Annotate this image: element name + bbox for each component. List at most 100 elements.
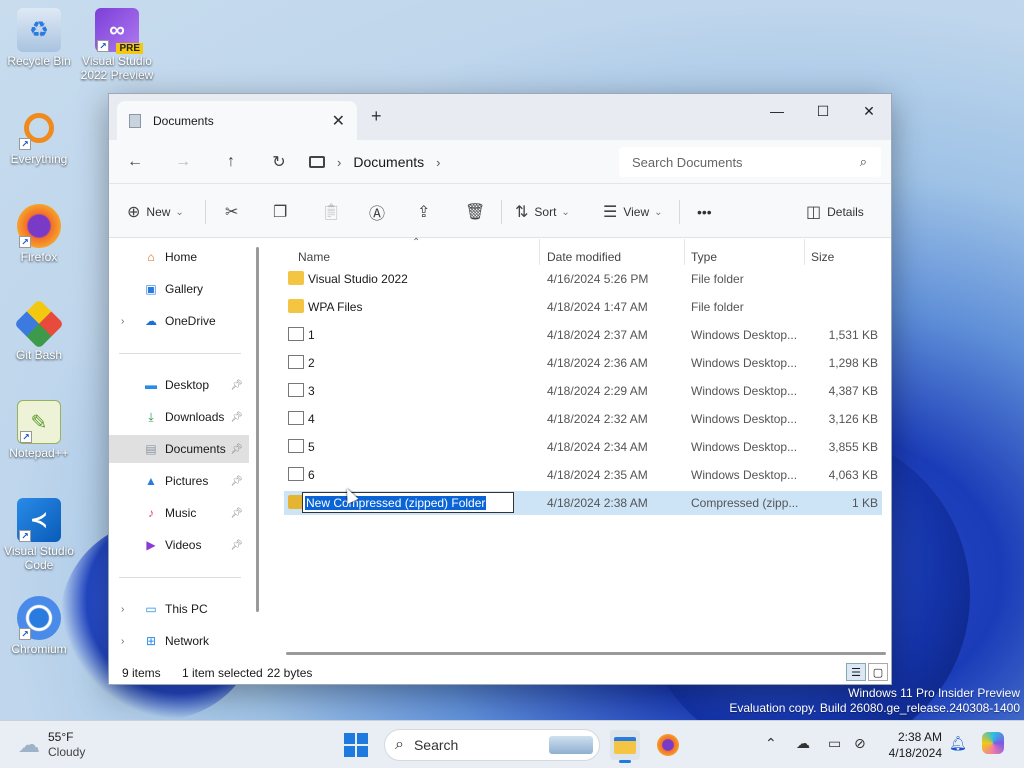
table-row[interactable]: 4 4/18/2024 2:32 AM Windows Desktop... 3… [284,407,882,431]
sidebar-item-this-pc[interactable]: › ▭ This PC [109,595,249,623]
sidebar-item-network[interactable]: › ⊞ Network [109,627,249,655]
table-row[interactable]: 2 4/18/2024 2:36 AM Windows Desktop... 1… [284,351,882,375]
firefox-taskbar-button[interactable] [653,730,683,760]
refresh-icon[interactable]: ↻ [266,149,292,175]
more-options-button[interactable]: ••• [697,199,712,225]
file-type: Compressed (zipp... [691,496,799,510]
desktop-icon-recycle-bin[interactable]: ♻ Recycle Bin [1,8,77,68]
column-divider[interactable] [804,239,805,265]
weather-widget[interactable]: ☁ 55°F Cloudy [18,730,85,760]
file-explorer-taskbar-button[interactable] [610,730,640,763]
start-button[interactable] [344,733,368,757]
chevron-right-icon[interactable]: › [436,155,440,170]
table-row[interactable]: 3 4/18/2024 2:29 AM Windows Desktop... 4… [284,379,882,403]
sidebar-item-desktop[interactable]: ▬ Desktop 📌︎ [109,371,249,399]
table-row[interactable]: 5 4/18/2024 2:34 AM Windows Desktop... 3… [284,435,882,459]
sidebar-item-music[interactable]: ♪ Music 📌︎ [109,499,249,527]
desktop-icon-vscode[interactable]: ≺ ↗ Visual Studio Code [1,498,77,572]
column-header-size[interactable]: Size [811,245,834,269]
taskbar-search[interactable]: ⌕ Search [384,729,600,761]
clock[interactable]: 2:38 AM 4/18/2024 [878,729,942,761]
share-button[interactable]: ⇪ [417,199,436,225]
pictures-icon: ▲ [145,474,157,488]
cloud-offline-icon[interactable]: ☁ [796,735,810,752]
network-status-icon[interactable]: ⊘ [854,735,866,752]
sidebar-item-downloads[interactable]: ⤓ Downloads 📌︎ [109,403,249,431]
recycle-bin-icon: ♻ [17,8,61,52]
table-row[interactable]: Visual Studio 2022 4/16/2024 5:26 PM Fil… [284,267,882,291]
minimize-button[interactable]: — [754,98,800,124]
maximize-button[interactable]: ☐ [800,98,846,124]
search-input[interactable]: Search Documents ⌕ [619,147,881,177]
back-arrow-icon[interactable]: ← [122,149,148,175]
paste-button[interactable]: 📋︎ [321,199,347,225]
breadcrumb[interactable]: › Documents › [309,148,609,176]
desktop-icon-notepad-plus-plus[interactable]: ✎ ↗ Notepad++ [1,400,77,460]
view-label: View [623,205,650,219]
table-row[interactable]: 6 4/18/2024 2:35 AM Windows Desktop... 4… [284,463,882,487]
forward-arrow-icon[interactable]: → [170,149,196,175]
chevron-right-icon[interactable]: › [121,316,124,327]
table-row-selected[interactable]: New Compressed (zipped) Folder 4/18/2024… [284,491,882,515]
file-date: 4/16/2024 5:26 PM [547,272,649,286]
notepad-plus-plus-icon: ✎ ↗ [17,400,61,444]
sidebar-item-home[interactable]: ⌂ Home [109,243,249,271]
column-header-date[interactable]: Date modified [547,245,621,269]
sort-arrows-icon: ⇅ [515,204,529,221]
desktop-icon-visual-studio[interactable]: ∞ PRE ↗ Visual Studio 2022 Preview [79,8,155,82]
tab-close-button[interactable]: ✕ [332,111,345,131]
desktop-icon-everything[interactable]: ↗ Everything [1,106,77,166]
pin-icon[interactable]: 📌︎ [230,508,243,519]
sidebar-item-label: This PC [165,602,208,616]
details-pane-button[interactable]: ◫ Details [806,199,864,225]
delete-button[interactable]: 🗑︎ [465,199,491,225]
desktop-icon-git-bash[interactable]: Git Bash [1,299,77,362]
rename-input[interactable]: New Compressed (zipped) Folder [302,492,514,513]
desktop-icon-chromium[interactable]: ↗ Chromium [1,596,77,656]
column-divider[interactable] [684,239,685,265]
copilot-icon[interactable] [982,732,1004,757]
new-button[interactable]: ⊕ New ⌄ [127,199,184,225]
sidebar-scrollbar[interactable] [256,247,259,612]
document-icon: ▤ [145,442,157,456]
column-divider[interactable] [539,239,540,265]
file-size: 1,298 KB [828,356,878,370]
address-bar: ← → ↑ ↻ › Documents › Search Documents ⌕ [109,140,891,184]
sort-button[interactable]: ⇅ Sort ⌄ [515,199,570,225]
chevron-up-icon[interactable]: ⌃ [765,735,777,752]
file-type: Windows Desktop... [691,384,798,398]
table-row[interactable]: 1 4/18/2024 2:37 AM Windows Desktop... 1… [284,323,882,347]
pin-icon[interactable]: 📌︎ [230,412,243,423]
sidebar-item-label: Desktop [165,378,210,392]
sidebar-item-videos[interactable]: ▶ Videos 📌︎ [109,531,249,559]
up-arrow-icon[interactable]: ↑ [218,149,244,175]
sidebar-item-pictures[interactable]: ▲ Pictures 📌︎ [109,467,249,495]
cut-button[interactable]: ✂ [225,199,244,225]
column-header-name[interactable]: Name [298,245,330,269]
copy-button[interactable]: ❐ [273,199,293,225]
column-header-type[interactable]: Type [691,245,717,269]
pin-icon[interactable]: 📌︎ [230,380,243,391]
file-type: File folder [691,272,744,286]
display-icon[interactable]: ▭ [828,735,841,752]
close-button[interactable]: ✕ [846,98,892,124]
view-button[interactable]: ☰ View ⌄ [603,199,663,225]
pin-icon[interactable]: 📌︎ [230,444,243,455]
chevron-right-icon[interactable]: › [121,604,124,615]
chevron-right-icon[interactable]: › [121,636,124,647]
pin-icon[interactable]: 📌︎ [230,476,243,487]
notification-bell-icon[interactable]: 🔔︎ [949,735,967,752]
sidebar-item-gallery[interactable]: ▣ Gallery [109,275,249,303]
rename-button[interactable]: Ⓐ [369,199,391,225]
breadcrumb-documents[interactable]: Documents [353,154,424,170]
horizontal-scrollbar[interactable] [286,652,886,655]
sidebar-item-onedrive[interactable]: › ☁ OneDrive [109,307,249,335]
pin-icon[interactable]: 📌︎ [230,540,243,551]
desktop-icon-firefox[interactable]: ↗ Firefox [1,204,77,264]
tab-documents[interactable]: Documents ✕ [117,101,357,140]
sidebar-item-documents[interactable]: ▤ Documents 📌︎ [109,435,249,463]
tiles-view-icon[interactable]: ▢ [868,663,888,681]
details-view-icon[interactable]: ☰ [846,663,866,681]
table-row[interactable]: WPA Files 4/18/2024 1:47 AM File folder [284,295,882,319]
new-tab-button[interactable]: + [371,106,382,127]
